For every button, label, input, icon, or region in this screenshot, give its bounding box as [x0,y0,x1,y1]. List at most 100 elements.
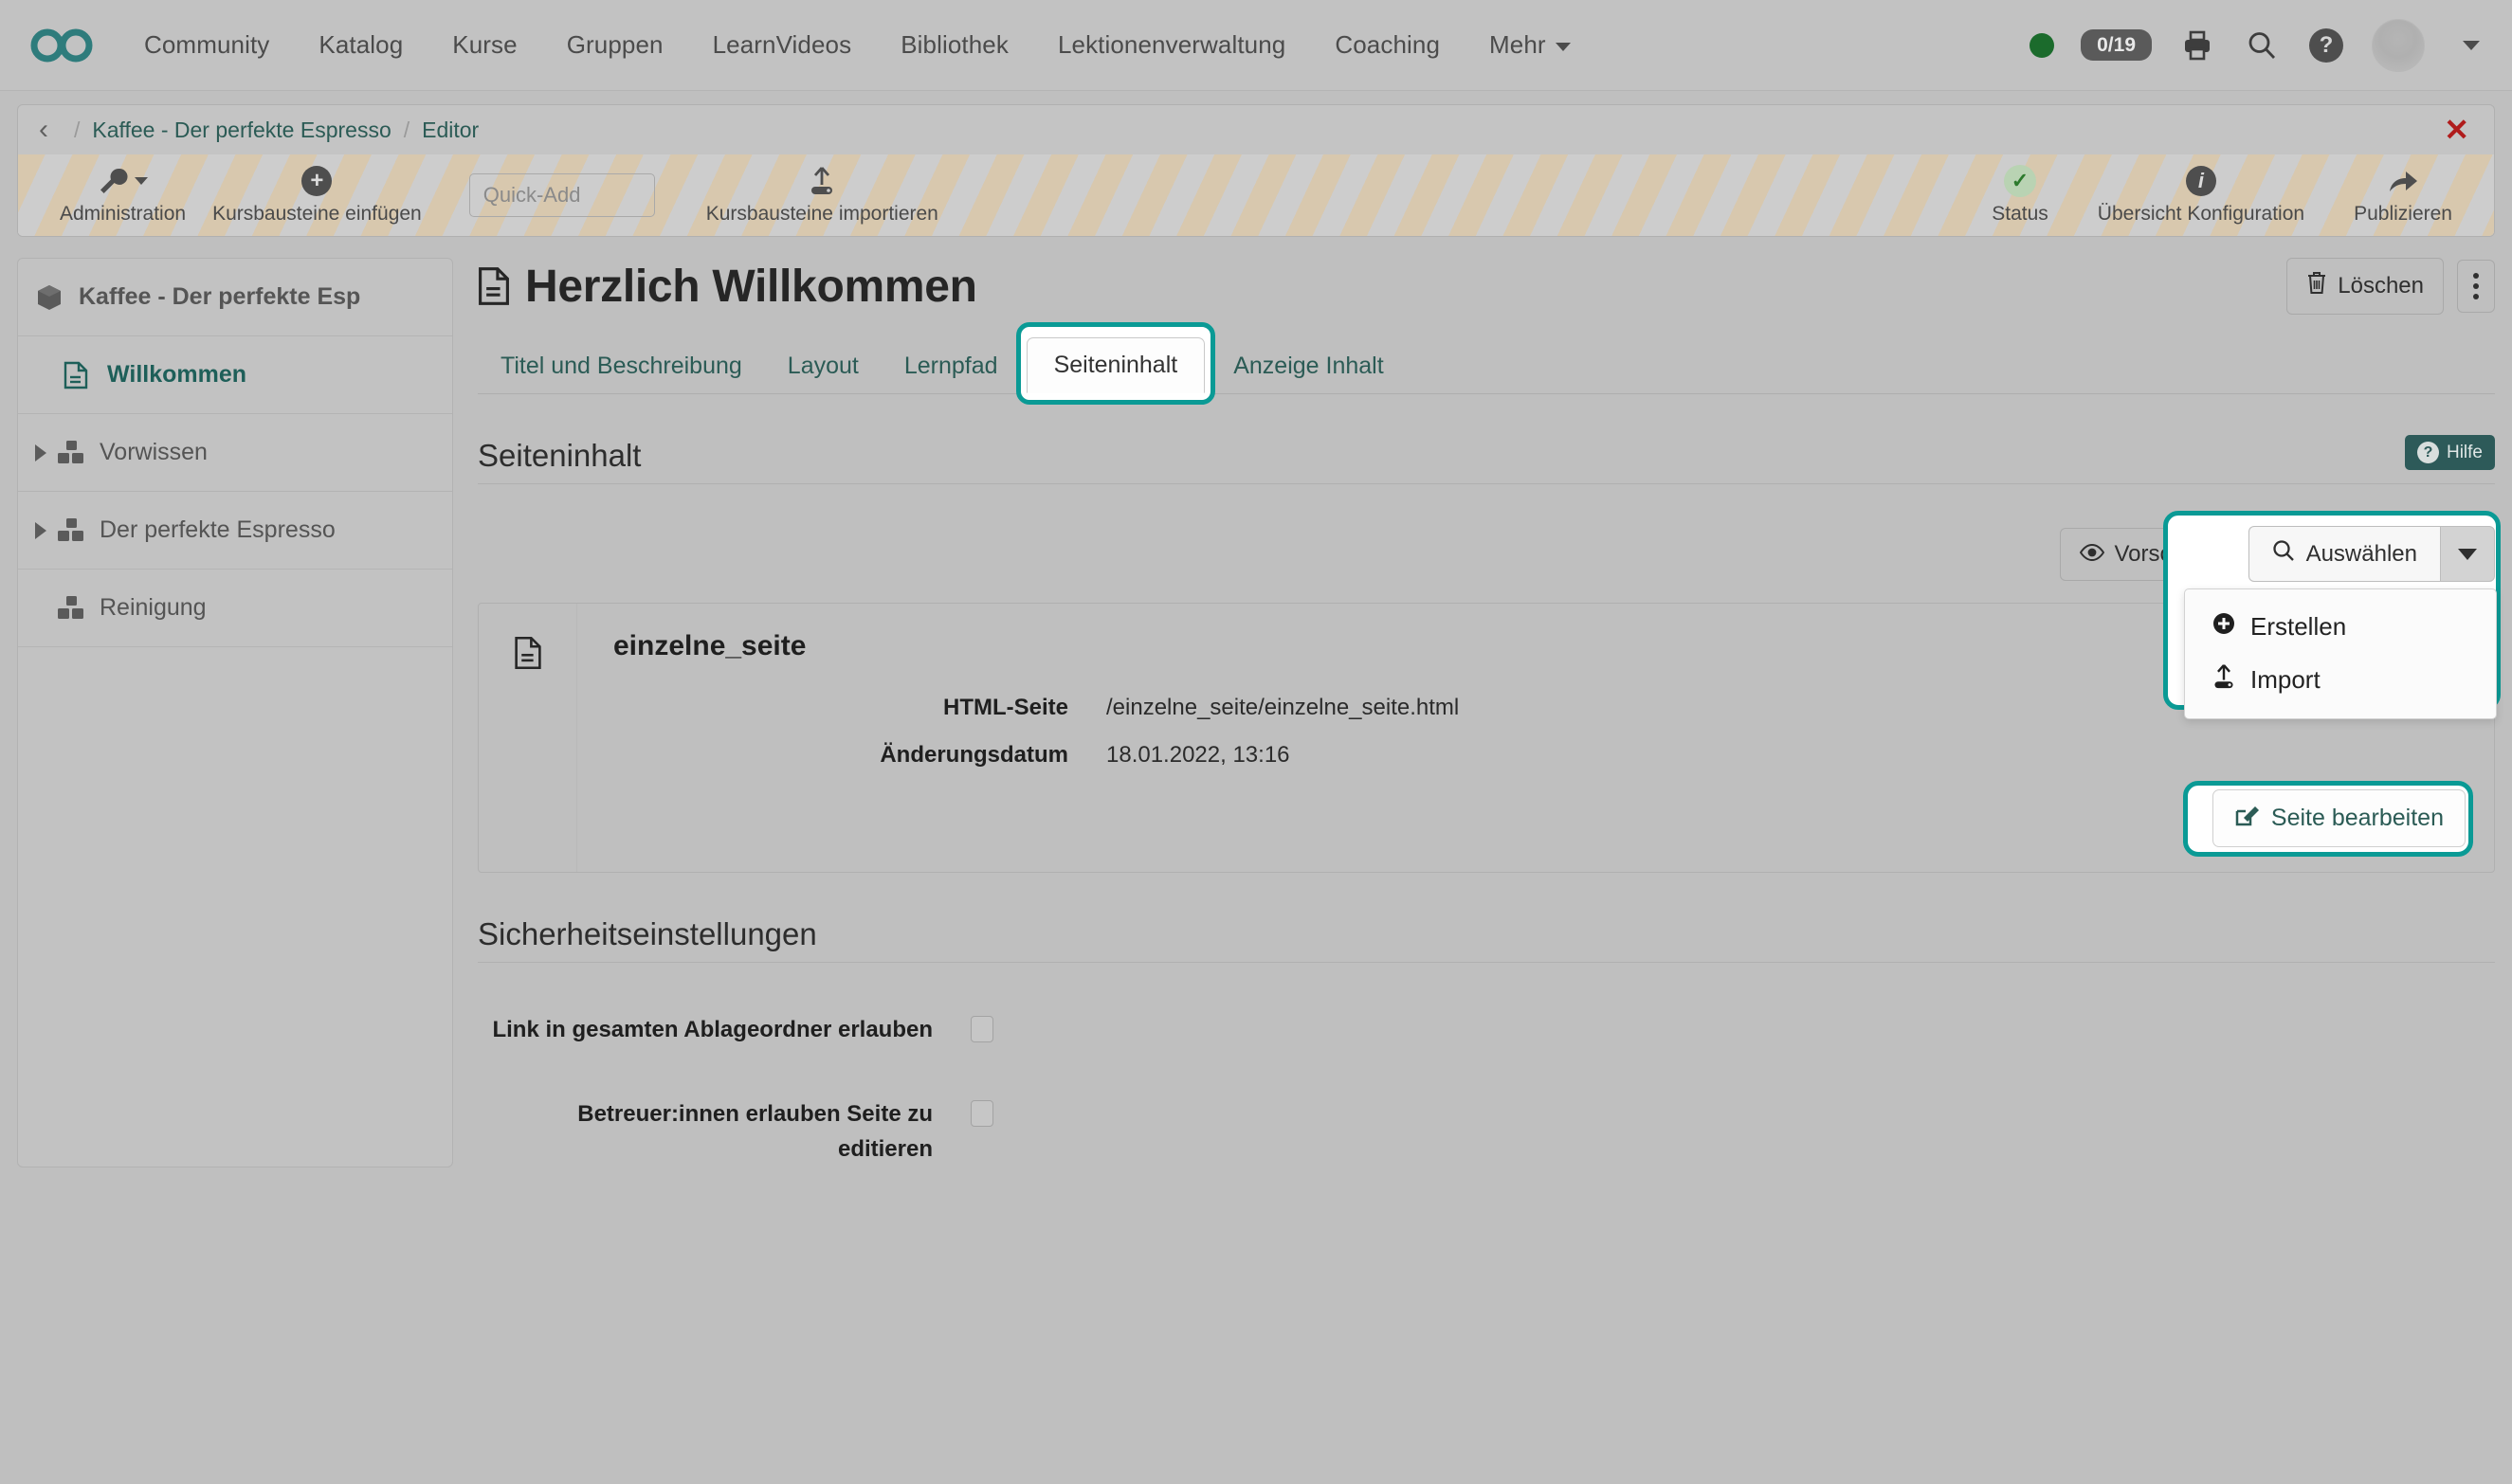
nav-item-mehr[interactable]: Mehr [1465,19,1595,71]
breadcrumb: ‹ / Kaffee - Der perfekte Espresso / Edi… [18,105,2494,154]
breadcrumb-item-editor[interactable]: Editor [422,118,479,143]
more-actions-button[interactable] [2457,260,2495,313]
sidebar-item-reinigung[interactable]: Reinigung [18,570,452,647]
edit-page-button[interactable]: Seite bearbeiten [2212,789,2466,847]
course-tree-sidebar: Kaffee - Der perfekte Esp Willkommen [17,258,453,1167]
chevron-down-icon[interactable] [2463,41,2480,50]
page-icon [64,361,96,389]
nav-item-community[interactable]: Community [119,19,294,71]
eye-icon [2080,541,2104,568]
sidebar-item-der-perfekte-espresso[interactable]: Der perfekte Espresso [18,492,452,570]
blocks-icon [56,517,88,544]
nav-item-coaching[interactable]: Coaching [1310,19,1465,71]
content-action-row: Vorschau Auswählen [478,526,2495,582]
delete-button[interactable]: Löschen [2286,258,2444,315]
question-mark-glyph: ? [2309,28,2343,63]
toolbar-item-insert-building-blocks[interactable]: + Kursbausteine einfügen [199,165,435,226]
nav-links: Community Katalog Kurse Gruppen LearnVid… [119,19,1595,71]
back-chevron-icon[interactable]: ‹ [39,116,48,144]
toolbar-item-status[interactable]: ✓ Status [1978,165,2062,226]
navbar-right-tools: 0/19 ? [2030,19,2480,72]
nav-item-katalog[interactable]: Katalog [294,19,428,71]
search-icon [2272,539,2295,569]
pencil-square-icon [2234,803,2259,834]
sidebar-item-vorwissen[interactable]: Vorwissen [18,414,452,492]
plus-circle-icon: + [301,165,332,197]
toolbar-label: Status [1992,203,2048,226]
checkbox-link-ablageordner[interactable] [971,1016,993,1042]
meta-row: Änderungsdatum 18.01.2022, 13:16 [613,742,2466,769]
quick-add-input[interactable] [469,173,655,217]
close-icon[interactable]: ✕ [2444,115,2475,145]
nav-item-kurse[interactable]: Kurse [428,19,541,71]
sidebar-item-willkommen[interactable]: Willkommen [18,336,452,414]
toolbar-label: Übersicht Konfiguration [2098,203,2304,226]
plus-circle-icon [2212,611,2236,642]
tab-titel-und-beschreibung[interactable]: Titel und Beschreibung [478,339,765,393]
toolbar-label: Administration [60,203,186,226]
page-icon [514,636,542,872]
card-icon-gutter [479,604,577,872]
printer-icon[interactable] [2178,27,2216,64]
tab-seiteninhalt[interactable]: Seiteninhalt [1027,337,1206,393]
blocks-icon [56,440,88,466]
infinity-logo-icon[interactable] [28,19,99,72]
avatar[interactable] [2372,19,2425,72]
toolbar-item-config-overview[interactable]: i Übersicht Konfiguration [2084,165,2318,226]
nav-item-learnvideos[interactable]: LearnVideos [688,19,877,71]
content-area: Kaffee - Der perfekte Esp Willkommen [0,237,2512,1167]
expand-caret-icon[interactable] [35,522,46,539]
help-badge-label: Hilfe [2447,443,2483,463]
page-tabs: Titel und Beschreibung Layout Lernpfad S… [478,332,2495,394]
page-title-text: Herzlich Willkommen [525,261,977,313]
trash-icon [2306,271,2327,301]
share-arrow-icon [2387,165,2419,197]
dropdown-item-label: Erstellen [2250,612,2346,642]
form-row-betreuer-editieren: Betreuer:innen erlauben Seite zu editier… [478,1096,2495,1167]
page-header-actions: Löschen [2286,258,2495,315]
top-navbar: Community Katalog Kurse Gruppen LearnVid… [0,0,2512,91]
page-icon [478,266,510,306]
toolbar-item-import-building-blocks[interactable]: Kursbausteine importieren [693,165,952,226]
help-icon[interactable]: ? [2307,27,2345,64]
select-dropdown-toggle[interactable] [2440,526,2495,582]
search-icon[interactable] [2243,27,2281,64]
page-title: Herzlich Willkommen [478,261,977,313]
sidebar-item-label: Reinigung [100,594,207,622]
tab-anzeige-inhalt[interactable]: Anzeige Inhalt [1210,339,1406,393]
expand-caret-icon[interactable] [35,444,46,461]
check-circle-icon: ✓ [2004,165,2036,197]
select-button[interactable]: Auswählen [2248,526,2440,582]
sidebar-item-course-root[interactable]: Kaffee - Der perfekte Esp [18,259,452,336]
dropdown-item-erstellen[interactable]: Erstellen [2185,601,2496,653]
editor-toolbar: Administration + Kursbausteine einfügen … [18,154,2494,236]
chevron-down-icon [135,177,148,185]
tab-lernpfad[interactable]: Lernpfad [882,339,1021,393]
edit-page-button-label: Seite bearbeiten [2271,805,2444,832]
tab-layout[interactable]: Layout [765,339,882,393]
meta-value: /einzelne_seite/einzelne_seite.html [1106,695,1459,721]
blocks-icon [56,595,88,622]
select-split-button: Auswählen [2248,526,2495,582]
toolbar-label: Kursbausteine einfügen [212,203,422,226]
nav-item-lektionenverwaltung[interactable]: Lektionenverwaltung [1033,19,1310,71]
toolbar-item-publish[interactable]: Publizieren [2340,165,2466,226]
kebab-menu-icon [2473,273,2479,299]
delete-button-label: Löschen [2338,273,2424,299]
help-badge[interactable]: ? Hilfe [2405,435,2495,470]
preview-button[interactable]: Vorschau [2060,528,2230,581]
nav-item-bibliothek[interactable]: Bibliothek [876,19,1033,71]
question-circle-icon: ? [2417,442,2439,463]
checkbox-betreuer-editieren[interactable] [971,1100,993,1127]
dropdown-item-import[interactable]: Import [2185,653,2496,707]
meta-value: 18.01.2022, 13:16 [1106,742,1290,769]
upload-icon [2212,663,2236,697]
nav-item-gruppen[interactable]: Gruppen [542,19,688,71]
form-label: Link in gesamten Ablageordner erlauben [478,1012,971,1047]
wrench-icon [98,165,148,197]
chevron-down-icon [1556,43,1571,51]
progress-counter-badge[interactable]: 0/19 [2081,29,2152,61]
meta-label: HTML-Seite [613,695,1106,721]
toolbar-item-administration[interactable]: Administration [46,165,199,226]
breadcrumb-item-course[interactable]: Kaffee - Der perfekte Espresso [92,118,391,143]
